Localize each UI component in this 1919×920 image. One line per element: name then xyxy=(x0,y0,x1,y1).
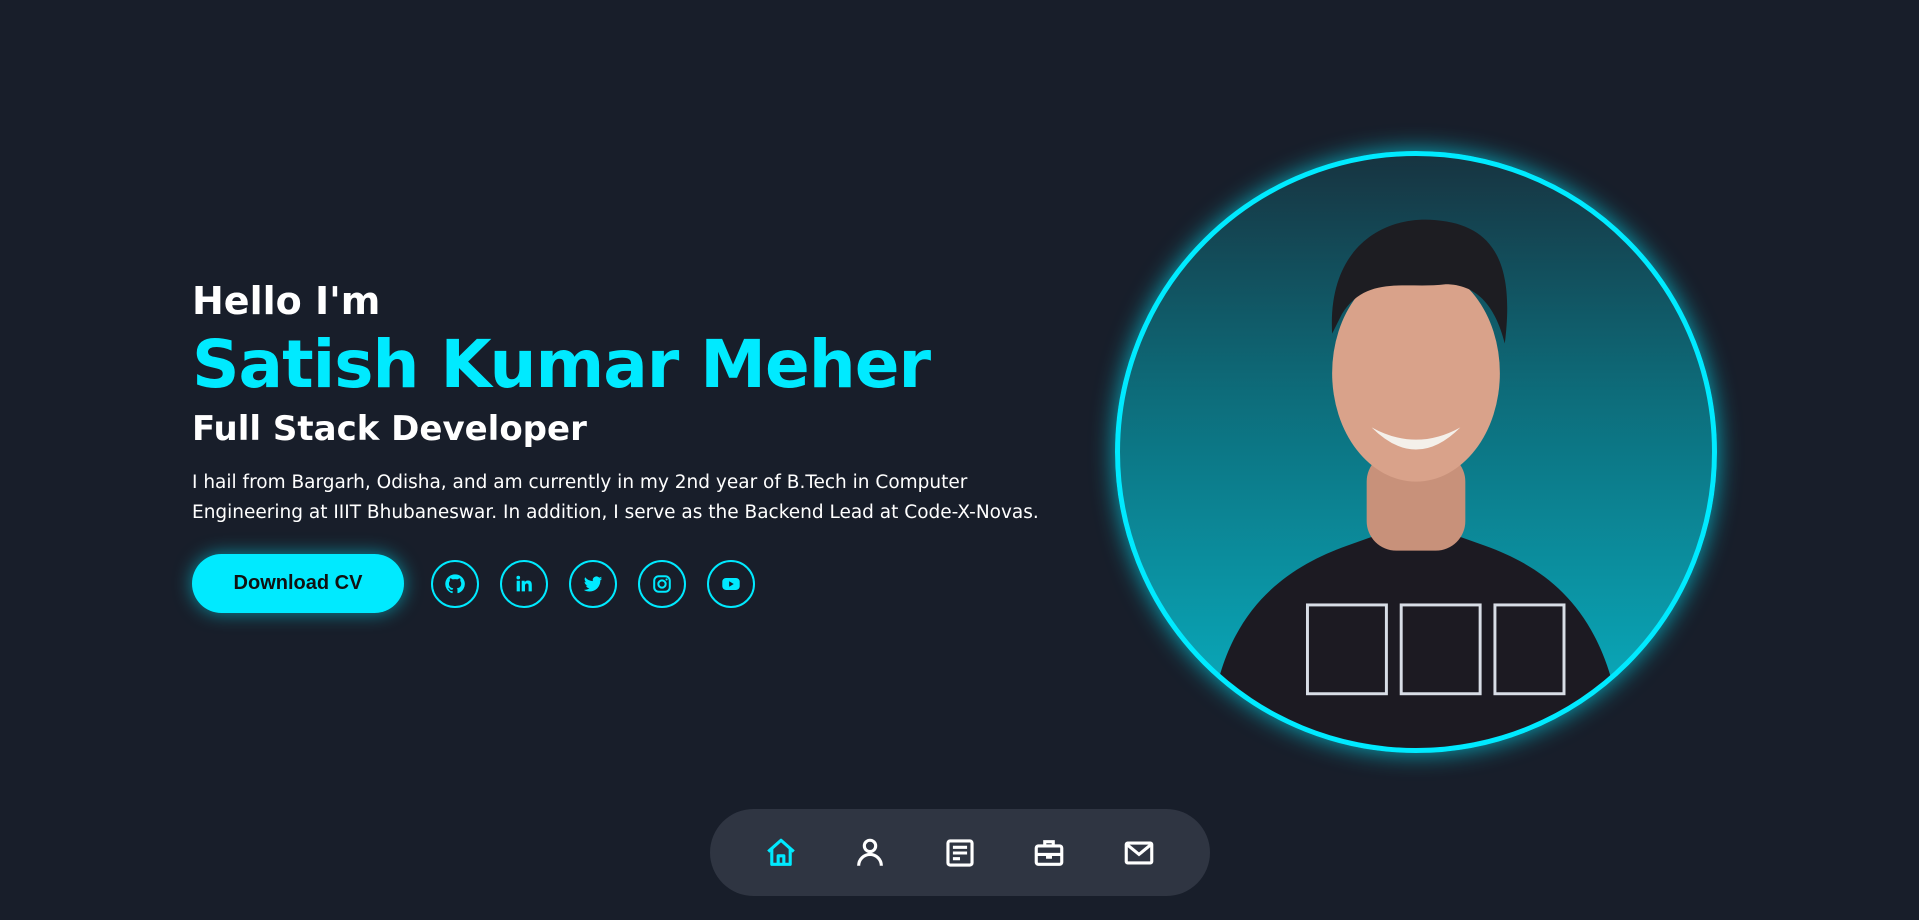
actions: Download CV xyxy=(192,554,1072,613)
instagram-icon xyxy=(653,574,671,593)
nav-resume[interactable] xyxy=(938,831,982,875)
role-heading: Full Stack Developer xyxy=(192,409,587,449)
twitter-icon xyxy=(583,575,603,592)
mail-icon xyxy=(1124,841,1154,865)
hero-section: Hello I'm Satish Kumar Meher Full Stack … xyxy=(192,278,1072,613)
github-link[interactable] xyxy=(431,559,479,608)
name-heading: Satish Kumar Meher xyxy=(192,326,931,403)
youtube-icon xyxy=(722,577,740,590)
linkedin-link[interactable] xyxy=(500,559,548,608)
home-icon xyxy=(767,838,795,866)
linkedin-icon xyxy=(516,575,532,591)
instagram-link[interactable] xyxy=(638,559,686,608)
briefcase-icon xyxy=(1034,840,1064,866)
greeting: Hello I'm xyxy=(192,279,381,323)
download-cv-button[interactable]: Download CV xyxy=(192,554,404,613)
resume-icon xyxy=(946,839,974,867)
user-icon xyxy=(857,838,883,866)
nav-about[interactable] xyxy=(848,831,892,875)
bio-text: I hail from Bargarh, Odisha, and am curr… xyxy=(192,472,1039,523)
social-links xyxy=(431,559,755,608)
bottom-nav xyxy=(710,809,1210,896)
person-portrait xyxy=(1208,219,1624,748)
nav-portfolio[interactable] xyxy=(1027,831,1071,875)
nav-home[interactable] xyxy=(759,831,803,875)
youtube-link[interactable] xyxy=(707,559,755,608)
nav-contact[interactable] xyxy=(1117,831,1161,875)
profile-photo xyxy=(1115,151,1717,753)
twitter-link[interactable] xyxy=(569,559,617,608)
github-icon xyxy=(445,573,465,593)
